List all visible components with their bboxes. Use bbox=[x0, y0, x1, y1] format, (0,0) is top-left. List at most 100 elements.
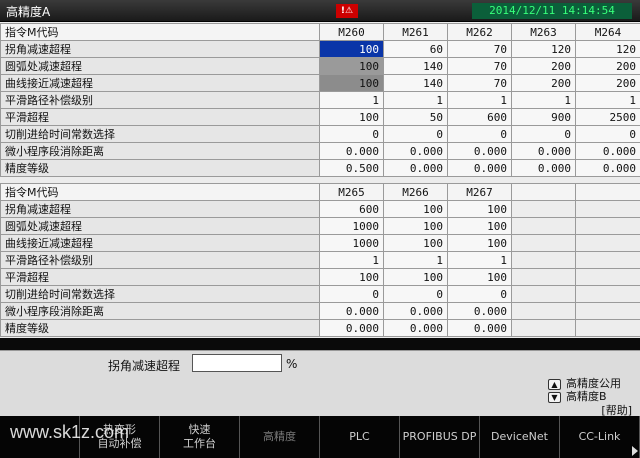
value-cell[interactable]: 0.000 bbox=[511, 142, 576, 160]
value-cell[interactable]: 140 bbox=[383, 74, 448, 92]
value-cell[interactable]: 0.000 bbox=[511, 159, 576, 177]
value-cell[interactable]: 0 bbox=[447, 125, 512, 143]
next-menu-icon[interactable] bbox=[632, 446, 638, 456]
warning-icon: !⚠ bbox=[336, 4, 358, 18]
value-cell[interactable]: 0 bbox=[383, 285, 448, 303]
value-cell[interactable]: 0 bbox=[511, 125, 576, 143]
value-cell[interactable]: 1000 bbox=[319, 217, 384, 235]
value-cell[interactable]: 1 bbox=[319, 251, 384, 269]
value-cell[interactable]: 0.000 bbox=[447, 142, 512, 160]
value-cell[interactable]: 100 bbox=[447, 234, 512, 252]
value-cell[interactable]: 0 bbox=[319, 125, 384, 143]
value-cell[interactable]: 200 bbox=[575, 74, 640, 92]
softkey[interactable]: PROFIBUS DP bbox=[400, 416, 480, 458]
value-cell[interactable] bbox=[575, 285, 640, 303]
value-cell[interactable]: 100 bbox=[447, 217, 512, 235]
value-cell[interactable]: 0.000 bbox=[447, 302, 512, 320]
value-cell[interactable]: 0.000 bbox=[575, 159, 640, 177]
value-cell[interactable] bbox=[575, 217, 640, 235]
value-cell[interactable]: 1 bbox=[575, 91, 640, 109]
value-cell[interactable]: 600 bbox=[319, 200, 384, 218]
value-cell[interactable]: 100 bbox=[447, 200, 512, 218]
value-cell[interactable]: 0 bbox=[383, 125, 448, 143]
column-header bbox=[575, 183, 640, 201]
value-cell[interactable] bbox=[575, 200, 640, 218]
value-cell[interactable]: 100 bbox=[319, 74, 384, 92]
value-cell[interactable]: 140 bbox=[383, 57, 448, 75]
value-cell[interactable] bbox=[511, 251, 576, 269]
value-cell[interactable]: 600 bbox=[447, 108, 512, 126]
softkey[interactable]: PLC bbox=[320, 416, 400, 458]
value-cell[interactable]: 1 bbox=[383, 91, 448, 109]
value-cell[interactable]: 1 bbox=[319, 91, 384, 109]
value-cell[interactable]: 100 bbox=[383, 268, 448, 286]
value-cell[interactable]: 200 bbox=[511, 57, 576, 75]
row-label: 拐角减速超程 bbox=[0, 40, 320, 58]
value-cell[interactable] bbox=[511, 302, 576, 320]
value-cell[interactable]: 100 bbox=[383, 217, 448, 235]
value-cell[interactable]: 70 bbox=[447, 74, 512, 92]
value-cell[interactable]: 70 bbox=[447, 57, 512, 75]
softkey[interactable]: 高精度 bbox=[240, 416, 320, 458]
value-cell[interactable]: 100 bbox=[383, 234, 448, 252]
value-cell[interactable]: 1000 bbox=[319, 234, 384, 252]
table-row: 微小程序段消除距离 0.000 0.000 0.000 bbox=[0, 302, 640, 320]
nc-screen: 高精度A !⚠ 2014/12/11 14:14:54 指令M代码 M260 M26… bbox=[0, 0, 640, 458]
value-cell[interactable] bbox=[575, 268, 640, 286]
value-cell[interactable]: 200 bbox=[575, 57, 640, 75]
value-cell[interactable] bbox=[511, 217, 576, 235]
value-cell[interactable] bbox=[511, 268, 576, 286]
value-cell[interactable]: 0.000 bbox=[383, 319, 448, 337]
value-cell[interactable]: 100 bbox=[319, 57, 384, 75]
value-cell[interactable]: 100 bbox=[383, 200, 448, 218]
value-cell[interactable]: 0.000 bbox=[319, 142, 384, 160]
row-label: 曲线接近减速超程 bbox=[0, 74, 320, 92]
value-cell[interactable]: 0.000 bbox=[319, 302, 384, 320]
page-down-button[interactable]: ▼ 高精度B bbox=[548, 388, 607, 404]
value-cell[interactable]: 70 bbox=[447, 40, 512, 58]
mcode-table-1: 指令M代码 M260 M261 M262 M263 M264 拐角减速超程 100 60 70 12… bbox=[0, 23, 640, 177]
value-cell[interactable]: 100 bbox=[447, 268, 512, 286]
value-cell[interactable]: 0.500 bbox=[319, 159, 384, 177]
value-cell[interactable]: 100 bbox=[319, 40, 384, 58]
value-cell[interactable]: 1 bbox=[447, 91, 512, 109]
value-cell[interactable]: 1 bbox=[447, 251, 512, 269]
value-cell[interactable] bbox=[511, 319, 576, 337]
value-cell[interactable]: 1 bbox=[511, 91, 576, 109]
value-cell[interactable] bbox=[575, 251, 640, 269]
value-cell[interactable]: 50 bbox=[383, 108, 448, 126]
table-row: 曲线接近减速超程 1000 100 100 bbox=[0, 234, 640, 252]
value-cell[interactable]: 0.000 bbox=[319, 319, 384, 337]
value-cell[interactable]: 120 bbox=[575, 40, 640, 58]
table-row: 平滑超程 100 50 600 900 2500 bbox=[0, 108, 640, 126]
value-cell[interactable]: 200 bbox=[511, 74, 576, 92]
value-cell[interactable]: 2500 bbox=[575, 108, 640, 126]
value-cell[interactable]: 100 bbox=[319, 108, 384, 126]
value-cell[interactable]: 0 bbox=[447, 285, 512, 303]
value-cell[interactable]: 60 bbox=[383, 40, 448, 58]
value-cell[interactable]: 0 bbox=[319, 285, 384, 303]
value-cell[interactable]: 1 bbox=[383, 251, 448, 269]
value-cell[interactable]: 0.000 bbox=[447, 319, 512, 337]
value-cell[interactable]: 0.000 bbox=[383, 302, 448, 320]
value-cell[interactable]: 120 bbox=[511, 40, 576, 58]
value-cell[interactable]: 0.000 bbox=[447, 159, 512, 177]
value-cell[interactable] bbox=[575, 234, 640, 252]
value-cell[interactable] bbox=[575, 319, 640, 337]
value-cell[interactable]: 900 bbox=[511, 108, 576, 126]
row-label: 精度等级 bbox=[0, 159, 320, 177]
value-cell[interactable] bbox=[511, 285, 576, 303]
value-cell[interactable] bbox=[511, 234, 576, 252]
row-label: 平滑路径补偿级别 bbox=[0, 251, 320, 269]
value-cell[interactable] bbox=[511, 200, 576, 218]
value-cell[interactable]: 0.000 bbox=[383, 159, 448, 177]
value-cell[interactable] bbox=[575, 302, 640, 320]
value-cell[interactable]: 0 bbox=[575, 125, 640, 143]
softkey[interactable]: DeviceNet bbox=[480, 416, 560, 458]
value-cell[interactable]: 100 bbox=[319, 268, 384, 286]
value-cell[interactable]: 0.000 bbox=[383, 142, 448, 160]
setting-value-input[interactable] bbox=[192, 354, 282, 372]
softkey[interactable]: CC-Link bbox=[560, 416, 640, 458]
softkey[interactable]: 快速 工作台 bbox=[160, 416, 240, 458]
value-cell[interactable]: 0.000 bbox=[575, 142, 640, 160]
